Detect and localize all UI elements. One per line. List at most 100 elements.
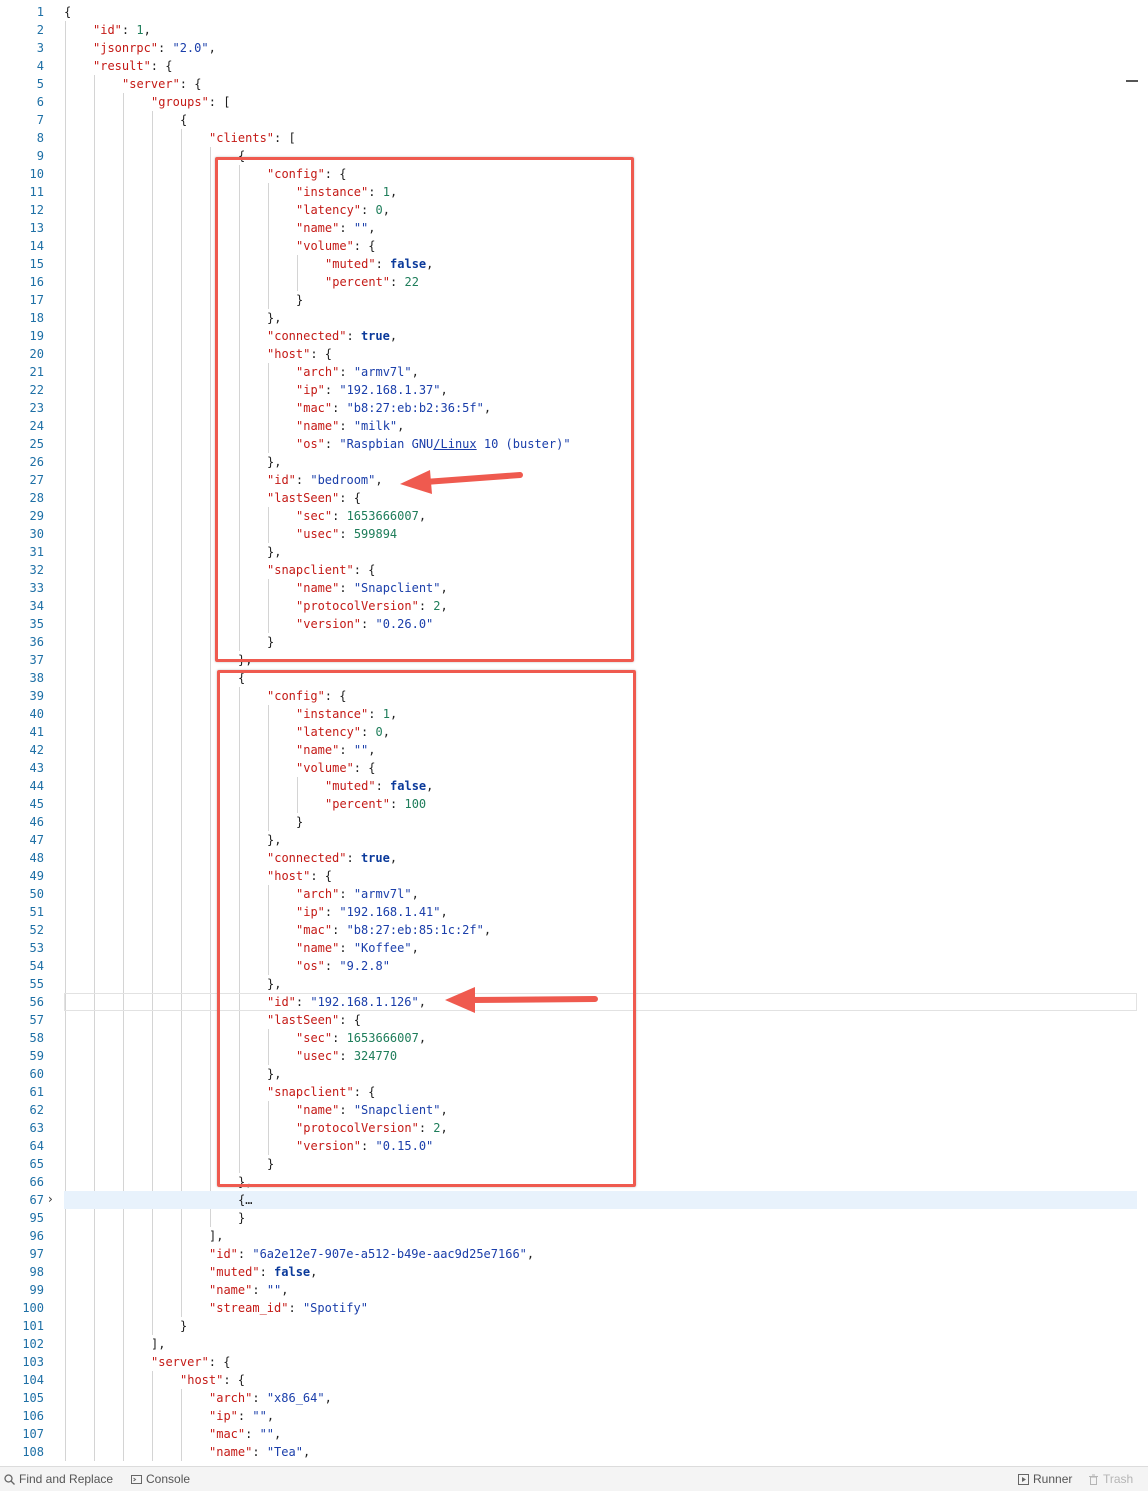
line-number: 96: [29, 1229, 44, 1243]
line-number: 28: [29, 491, 44, 505]
line-number: 38: [29, 671, 44, 685]
line-number: 25: [29, 437, 44, 451]
annotation-box-client-1: [215, 157, 634, 662]
chevron-right-icon[interactable]: ›: [48, 1192, 53, 1206]
indent-guide: [123, 93, 124, 1461]
code-line[interactable]: {: [64, 3, 71, 21]
line-number: 99: [29, 1283, 44, 1297]
code-token: "": [252, 1409, 267, 1423]
line-number: 9: [36, 149, 44, 163]
line-number: 47: [29, 833, 44, 847]
line-number: 11: [29, 185, 44, 199]
code-token: : {: [179, 77, 202, 91]
code-token: "jsonrpc": [93, 41, 159, 55]
code-line[interactable]: "server": {: [122, 75, 201, 93]
line-number: 8: [36, 131, 44, 145]
code-line[interactable]: "stream_id": "Spotify": [209, 1299, 368, 1317]
code-token: :: [121, 23, 137, 37]
code-line[interactable]: "result": {: [93, 57, 172, 75]
line-number: 22: [29, 383, 44, 397]
line-number: 59: [29, 1049, 44, 1063]
line-number: 18: [29, 311, 44, 325]
find-replace-button[interactable]: Find and Replace: [4, 1472, 113, 1486]
code-line[interactable]: "clients": [: [209, 129, 296, 147]
line-number: 35: [29, 617, 44, 631]
find-replace-label: Find and Replace: [19, 1472, 114, 1486]
line-number: 61: [29, 1085, 44, 1099]
code-line[interactable]: {: [180, 111, 187, 129]
code-token: }: [180, 1319, 188, 1333]
line-number: 19: [29, 329, 44, 343]
line-number: 46: [29, 815, 44, 829]
line-number: 20: [29, 347, 44, 361]
line-number: 42: [29, 743, 44, 757]
code-token: ,: [143, 23, 151, 37]
console-button[interactable]: Console: [131, 1472, 190, 1486]
code-line[interactable]: "name": "Tea",: [209, 1443, 310, 1461]
status-bar: Find and Replace Console Runner Trash: [0, 1466, 1148, 1491]
code-line[interactable]: "arch": "x86_64",: [209, 1389, 332, 1407]
code-token: ,: [324, 1391, 332, 1405]
code-token: false: [274, 1265, 311, 1279]
line-number: 16: [29, 275, 44, 289]
code-line[interactable]: "host": {: [180, 1371, 245, 1389]
code-line[interactable]: }: [180, 1317, 187, 1335]
code-token: "Spotify": [302, 1301, 368, 1315]
runner-button[interactable]: Runner: [1018, 1472, 1072, 1486]
line-number: 49: [29, 869, 44, 883]
search-icon: [4, 1473, 15, 1485]
line-number: 65: [29, 1157, 44, 1171]
code-token: "id": [209, 1247, 238, 1261]
code-token: ],: [151, 1337, 166, 1351]
line-number: 21: [29, 365, 44, 379]
indent-guide: [181, 1389, 182, 1461]
code-line[interactable]: }: [238, 1209, 245, 1227]
code-token: ,: [208, 41, 216, 55]
code-line[interactable]: "groups": [: [151, 93, 230, 111]
line-number: 54: [29, 959, 44, 973]
line-number: 108: [22, 1445, 44, 1459]
line-number: 6: [36, 95, 44, 109]
code-line[interactable]: "ip": "",: [209, 1407, 274, 1425]
code-token: :: [259, 1265, 275, 1279]
code-line[interactable]: "server": {: [151, 1353, 230, 1371]
code-token: "6a2e12e7-907e-a512-b49e-aac9d25e7166": [252, 1247, 527, 1261]
code-line[interactable]: "mac": "",: [209, 1425, 281, 1443]
code-editor[interactable]: 1{2 "id": 1, 3 "jsonrpc": "2.0", 4 "result": …: [0, 0, 1148, 1466]
code-token: {: [64, 5, 72, 19]
line-number: 17: [29, 293, 44, 307]
code-token: "clients": [209, 131, 275, 145]
line-number: 66: [29, 1175, 44, 1189]
line-number: 50: [29, 887, 44, 901]
line-number: 101: [22, 1319, 44, 1333]
line-number: 13: [29, 221, 44, 235]
code-line[interactable]: ],: [151, 1335, 165, 1353]
code-token: "stream_id": [209, 1301, 289, 1315]
code-line[interactable]: "id": 1,: [93, 21, 151, 39]
indent-guide: [152, 1371, 153, 1461]
code-line[interactable]: "name": "",: [209, 1281, 289, 1299]
code-line[interactable]: "jsonrpc": "2.0",: [93, 39, 216, 57]
line-number: 98: [29, 1265, 44, 1279]
code-line[interactable]: ],: [209, 1227, 223, 1245]
console-label: Console: [146, 1472, 191, 1486]
code-line[interactable]: "id": "6a2e12e7-907e-a512-b49e-aac9d25e7…: [209, 1245, 534, 1263]
trash-button[interactable]: Trash: [1088, 1472, 1133, 1486]
code-token: ],: [209, 1229, 224, 1243]
code-line[interactable]: {…: [238, 1191, 252, 1209]
code-token: "name": [209, 1445, 253, 1459]
code-token: :: [252, 1445, 267, 1459]
code-line[interactable]: "muted": false,: [209, 1263, 317, 1281]
scrollbar-marker[interactable]: [1126, 80, 1138, 82]
code-token: "name": [209, 1283, 253, 1297]
line-number: 48: [29, 851, 44, 865]
line-number: 10: [29, 167, 44, 181]
line-number: 34: [29, 599, 44, 613]
line-number: 1: [36, 5, 44, 19]
code-token: "": [259, 1427, 275, 1441]
code-token: "ip": [209, 1409, 238, 1423]
console-icon: [131, 1474, 142, 1484]
code-token: }: [238, 1211, 246, 1225]
code-token: "id": [93, 23, 122, 37]
code-token: :: [237, 1247, 253, 1261]
